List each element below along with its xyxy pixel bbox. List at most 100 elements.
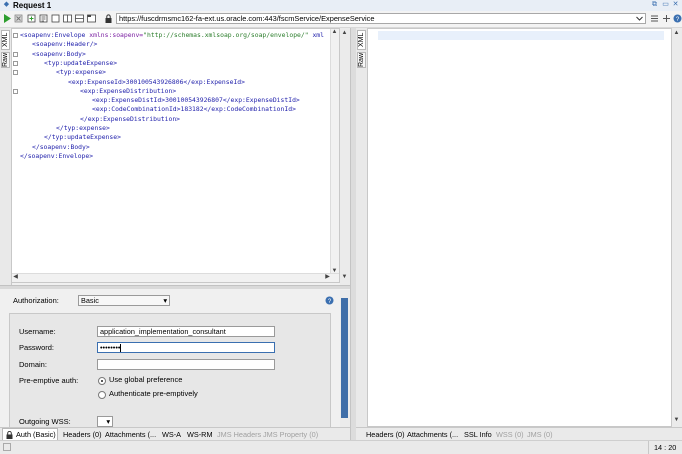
restore-window-icon[interactable]: ⧉: [650, 1, 659, 9]
fold-toggle-icon[interactable]: [13, 51, 18, 57]
tab-response-headers[interactable]: Headers (0): [366, 430, 405, 439]
tab-jms-property[interactable]: JMS Property (0): [263, 430, 318, 439]
xml-open: <soapenv:Body>: [32, 49, 86, 58]
xml-rest: xml: [308, 31, 324, 39]
xml-line[interactable]: </soapenv:Body>: [32, 143, 90, 152]
window-title: Request 1: [13, 1, 52, 10]
xml-line[interactable]: <exp:ExpenseDistribution>: [80, 87, 176, 96]
fold-toggle-icon[interactable]: [13, 33, 18, 38]
endpoint-url-input[interactable]: https://fuscdrmsmc162-fa-ext.us.oracle.c…: [116, 13, 646, 24]
maximize-window-icon[interactable]: ▭: [661, 1, 670, 9]
option-use-global-preference-label[interactable]: Use global preference: [109, 375, 182, 385]
fold-toggle-icon[interactable]: [13, 88, 18, 94]
submit-request-icon[interactable]: [3, 14, 12, 23]
tab-jms-headers[interactable]: JMS Headers: [217, 430, 261, 439]
outgoing-wss-select[interactable]: ▾: [97, 416, 113, 427]
tab-response-attachments[interactable]: Attachments (...: [407, 430, 458, 439]
help-icon[interactable]: ?: [325, 296, 334, 305]
scroll-right-icon[interactable]: ▶: [324, 274, 331, 281]
list-menu-icon[interactable]: [650, 14, 659, 23]
add-icon[interactable]: [662, 14, 671, 23]
create-window-icon[interactable]: [51, 14, 60, 23]
create-empty-request-icon[interactable]: [27, 14, 36, 23]
help-icon[interactable]: ?: [673, 14, 682, 23]
response-scrollbar[interactable]: ▲ ▼: [672, 28, 682, 427]
xml-line[interactable]: </typ:expense>: [56, 124, 110, 133]
authorization-label: Authorization:: [13, 296, 59, 305]
fold-toggle-icon[interactable]: [13, 60, 18, 66]
xml-line[interactable]: </exp:ExpenseDistribution>: [80, 115, 180, 124]
xml-open: </exp:ExpenseDistribution>: [80, 114, 181, 123]
tab-wss[interactable]: WSS (0): [496, 430, 524, 439]
status-divider: [648, 441, 649, 454]
xml-line[interactable]: <typ:updateExpense>: [44, 59, 117, 68]
xml-open: <soapenv:Envelope: [20, 31, 86, 39]
tab-ws-a[interactable]: WS-A: [162, 430, 181, 439]
scroll-down-icon[interactable]: ▼: [673, 417, 680, 424]
tab-auth-basic[interactable]: Auth (Basic): [16, 430, 56, 439]
scroll-up-icon[interactable]: ▲: [331, 29, 338, 36]
radio-use-global-preference[interactable]: [98, 377, 106, 385]
lock-icon: [6, 431, 13, 439]
xml-open: <exp:ExpenseDistId>: [92, 96, 166, 105]
outgoing-wss-label: Outgoing WSS:: [19, 417, 71, 426]
request-outer-scroll[interactable]: ▲ ▼: [340, 28, 350, 286]
editor-horizontal-scrollbar[interactable]: ◀ ▶: [12, 273, 339, 282]
password-label: Password:: [19, 343, 55, 352]
tab-attachments[interactable]: Attachments (...: [105, 430, 156, 439]
split-vertical-icon[interactable]: [75, 14, 84, 23]
status-bar: 14 : 20: [0, 440, 682, 454]
xml-line[interactable]: </typ:updateExpense>: [44, 133, 121, 142]
tab-jms[interactable]: JMS (0): [527, 430, 553, 439]
authorization-value: Basic: [81, 296, 99, 305]
response-bottom-tabs: Headers (0) Attachments (... SSL Info WS…: [356, 427, 682, 441]
text-cursor: [120, 344, 122, 352]
option-authenticate-preemptively-label[interactable]: Authenticate pre-emptively: [109, 389, 198, 399]
domain-field[interactable]: [97, 359, 275, 370]
scroll-thumb[interactable]: [341, 298, 348, 418]
request-toolbar: https://fuscdrmsmc162-fa-ext.us.oracle.c…: [0, 11, 682, 28]
xml-line[interactable]: <soapenv:Body>: [32, 50, 86, 59]
request-xml-editor[interactable]: <soapenv:Envelope xmlns:soapenv="http://…: [11, 28, 340, 283]
split-horizontal-icon[interactable]: [63, 14, 72, 23]
xml-line[interactable]: <soapenv:Header/>: [32, 40, 97, 49]
tab-response-raw[interactable]: Raw: [357, 52, 366, 68]
xml-line[interactable]: <exp:ExpenseDistId>300100543926807</exp:…: [92, 96, 300, 105]
xml-line[interactable]: </soapenv:Envelope>: [20, 152, 93, 161]
tabbed-view-icon[interactable]: [87, 14, 96, 23]
xml-open: </typ:updateExpense>: [44, 133, 121, 142]
radio-authenticate-preemptively[interactable]: [98, 391, 106, 399]
xml-line[interactable]: <soapenv:Envelope xmlns:soapenv="http://…: [20, 31, 324, 40]
tab-headers[interactable]: Headers (0): [63, 430, 102, 439]
tab-ws-rm[interactable]: WS-RM: [187, 430, 213, 439]
editor-vertical-scrollbar[interactable]: ▲ ▼: [330, 29, 339, 275]
response-xml-editor[interactable]: [367, 28, 672, 427]
close-window-icon[interactable]: ✕: [671, 1, 680, 9]
xml-open: <typ:updateExpense>: [44, 58, 118, 67]
xml-line[interactable]: <typ:expense>: [56, 68, 106, 77]
tab-request-raw[interactable]: Raw: [1, 52, 10, 68]
auth-panel: Authorization: Basic ▾ ? Username: appli…: [0, 289, 350, 435]
xml-open: <typ:expense>: [56, 68, 107, 77]
fold-toggle-icon[interactable]: [13, 70, 18, 76]
lock-icon: [105, 14, 112, 23]
tab-ssl-info[interactable]: SSL Info: [464, 430, 492, 439]
tab-response-xml[interactable]: XML: [357, 30, 366, 50]
password-field[interactable]: ••••••••: [97, 342, 275, 353]
xml-open: <soapenv:Header/>: [32, 40, 98, 49]
tab-request-xml[interactable]: XML: [1, 30, 10, 50]
username-field[interactable]: application_implementation_consultant: [97, 326, 275, 337]
scroll-left-icon[interactable]: ◀: [12, 274, 19, 281]
scroll-up-icon[interactable]: ▲: [673, 30, 680, 37]
scroll-down-icon[interactable]: ▼: [341, 274, 348, 281]
auth-panel-scrollbar[interactable]: [340, 290, 350, 427]
xml-rest: 300100543926807</exp:ExpenseDistId>: [165, 96, 300, 105]
format-xml-icon[interactable]: [39, 14, 48, 23]
xml-line[interactable]: <exp:CodeCombinationId>183182</exp:CodeC…: [92, 105, 296, 114]
xml-line[interactable]: <exp:ExpenseId>300100543926806</exp:Expe…: [68, 78, 245, 87]
cancel-request-icon[interactable]: [14, 14, 23, 23]
xml-rest: 300100543926806</exp:ExpenseId>: [125, 77, 245, 86]
scroll-up-icon[interactable]: ▲: [341, 30, 348, 37]
authorization-select[interactable]: Basic ▾: [78, 295, 170, 306]
chevron-down-icon[interactable]: [635, 14, 644, 23]
